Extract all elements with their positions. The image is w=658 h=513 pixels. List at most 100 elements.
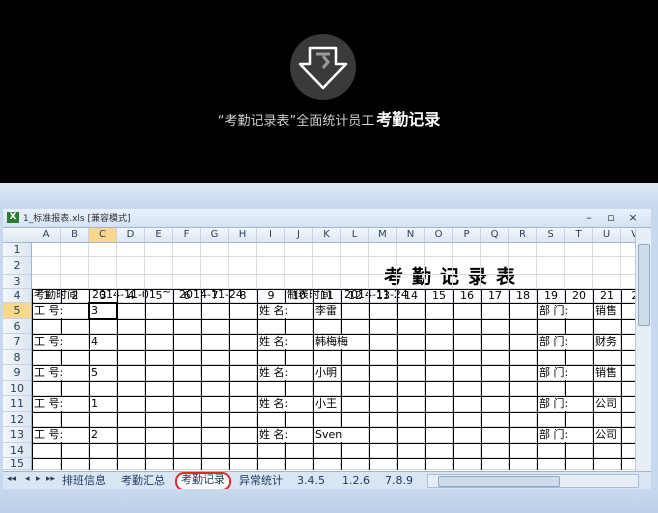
employee-dept-label[interactable]: 部 门: <box>539 335 569 349</box>
day-number-cell[interactable]: 3 <box>89 289 117 303</box>
day-number-cell[interactable]: 4 <box>117 289 145 303</box>
employee-id-label[interactable]: 工 号: <box>34 304 64 318</box>
employee-dept-value[interactable]: 销售 <box>595 304 617 318</box>
employee-dept-label[interactable]: 部 门: <box>539 397 569 411</box>
column-header[interactable]: L <box>341 228 369 242</box>
day-number-cell[interactable]: 2 <box>61 289 89 303</box>
first-sheet-button[interactable]: ◂◂ <box>7 474 16 484</box>
day-number-cell[interactable]: 21 <box>593 289 621 303</box>
row-header[interactable]: 6 <box>3 319 31 334</box>
column-header[interactable]: C <box>89 228 117 242</box>
employee-name-label[interactable]: 姓 名: <box>259 304 289 318</box>
employee-name-label[interactable]: 姓 名: <box>259 366 289 380</box>
worksheet-grid[interactable]: ABCDEFGHIJKLMNOPQRSTUV 1 2 3 4 5 6 7 8 9 10 11 12 13… <box>3 228 635 471</box>
column-header[interactable]: Q <box>481 228 509 242</box>
close-button[interactable]: × <box>623 209 643 226</box>
day-number-cell[interactable]: 11 <box>313 289 341 303</box>
employee-name-label[interactable]: 姓 名: <box>259 335 289 349</box>
employee-name-value[interactable]: Sven <box>315 428 343 442</box>
row-header[interactable]: 10 <box>3 381 31 396</box>
column-header[interactable]: B <box>61 228 89 242</box>
column-header[interactable]: K <box>313 228 341 242</box>
employee-name-value[interactable]: 李雷 <box>315 304 337 318</box>
employee-id-value[interactable]: 4 <box>91 335 98 349</box>
column-header[interactable]: S <box>537 228 565 242</box>
day-number-cell[interactable]: 2 <box>621 289 636 303</box>
employee-dept-value[interactable]: 财务 <box>595 335 617 349</box>
row-header[interactable]: 14 <box>3 443 31 458</box>
restore-button[interactable]: ▫ <box>601 209 621 226</box>
row-header[interactable]: 2 <box>3 257 31 275</box>
column-header[interactable]: P <box>453 228 481 242</box>
column-header[interactable]: U <box>593 228 621 242</box>
day-number-cell[interactable]: 18 <box>509 289 537 303</box>
tab-summary[interactable]: 考勤汇总 <box>121 473 165 488</box>
next-sheet-button[interactable]: ▸ <box>36 474 41 484</box>
column-header[interactable]: M <box>369 228 397 242</box>
employee-id-label[interactable]: 工 号: <box>34 335 64 349</box>
employee-id-label[interactable]: 工 号: <box>34 366 64 380</box>
employee-id-value[interactable]: 2 <box>91 428 98 442</box>
row-header[interactable]: 8 <box>3 350 31 365</box>
employee-dept-label[interactable]: 部 门: <box>539 366 569 380</box>
employee-name-label[interactable]: 姓 名: <box>259 397 289 411</box>
row-header[interactable]: 12 <box>3 412 31 427</box>
column-header[interactable]: V <box>621 228 635 242</box>
vertical-scrollbar[interactable] <box>635 228 651 471</box>
tab-schedule[interactable]: 排班信息 <box>62 473 106 488</box>
tab-789[interactable]: 7.8.9 <box>385 473 413 488</box>
row-header[interactable]: 9 <box>3 365 31 381</box>
employee-id-value[interactable]: 5 <box>91 366 98 380</box>
cell-area[interactable]: 考勤记录表 考勤时间 2014-11-01 ~ 2014-11-24 制表时间 … <box>32 243 635 471</box>
column-header[interactable]: O <box>425 228 453 242</box>
column-header[interactable]: J <box>285 228 313 242</box>
workbook-titlebar[interactable]: X 1_标准报表.xls [兼容模式] – ▫ × <box>3 209 651 228</box>
prev-sheet-button[interactable]: ◂ <box>25 474 30 484</box>
day-number-cell[interactable]: 9 <box>257 289 285 303</box>
employee-id-value[interactable]: 1 <box>91 397 98 411</box>
column-header[interactable]: N <box>397 228 425 242</box>
employee-name-value[interactable]: 小明 <box>315 366 337 380</box>
employee-dept-value[interactable]: 公司 <box>595 397 617 411</box>
employee-name-value[interactable]: 韩梅梅 <box>315 335 348 349</box>
row-header[interactable]: 11 <box>3 396 31 412</box>
day-number-cell[interactable]: 14 <box>397 289 425 303</box>
employee-id-label[interactable]: 工 号: <box>34 397 64 411</box>
row-header[interactable]: 3 <box>3 275 31 289</box>
day-number-cell[interactable]: 15 <box>425 289 453 303</box>
active-cell-cursor[interactable] <box>88 302 118 320</box>
day-number-cell[interactable]: 16 <box>453 289 481 303</box>
row-header[interactable]: 5 <box>3 303 31 319</box>
horizontal-scrollbar[interactable] <box>427 474 639 488</box>
employee-id-label[interactable]: 工 号: <box>34 428 64 442</box>
row-header[interactable]: 7 <box>3 334 31 350</box>
day-number-cell[interactable]: 19 <box>537 289 565 303</box>
column-header[interactable]: H <box>229 228 257 242</box>
column-header[interactable]: G <box>201 228 229 242</box>
day-number-cell[interactable]: 5 <box>145 289 173 303</box>
day-number-cell[interactable]: 8 <box>229 289 257 303</box>
tab-exception-stats[interactable]: 异常统计 <box>239 473 283 488</box>
column-header[interactable]: R <box>509 228 537 242</box>
column-header[interactable]: E <box>145 228 173 242</box>
column-header[interactable]: T <box>565 228 593 242</box>
column-header[interactable]: I <box>257 228 285 242</box>
horizontal-scroll-thumb[interactable] <box>438 476 560 487</box>
last-sheet-button[interactable]: ▸▸ <box>46 474 55 484</box>
row-header[interactable]: 1 <box>3 243 31 257</box>
day-number-cell[interactable]: 17 <box>481 289 509 303</box>
day-number-cell[interactable]: 1 <box>32 289 61 303</box>
column-header[interactable]: D <box>117 228 145 242</box>
row-header[interactable]: 4 <box>3 289 31 303</box>
minimize-button[interactable]: – <box>579 209 599 226</box>
day-number-cell[interactable]: 6 <box>173 289 201 303</box>
day-number-cell[interactable]: 7 <box>201 289 229 303</box>
day-number-cell[interactable]: 10 <box>285 289 313 303</box>
row-header[interactable]: 15 <box>3 458 31 470</box>
tab-126[interactable]: 1.2.6 <box>342 473 370 488</box>
vertical-scroll-thumb[interactable] <box>638 244 650 326</box>
column-header[interactable]: A <box>32 228 61 242</box>
column-header[interactable]: F <box>173 228 201 242</box>
day-number-cell[interactable]: 13 <box>369 289 397 303</box>
day-number-cell[interactable]: 12 <box>341 289 369 303</box>
